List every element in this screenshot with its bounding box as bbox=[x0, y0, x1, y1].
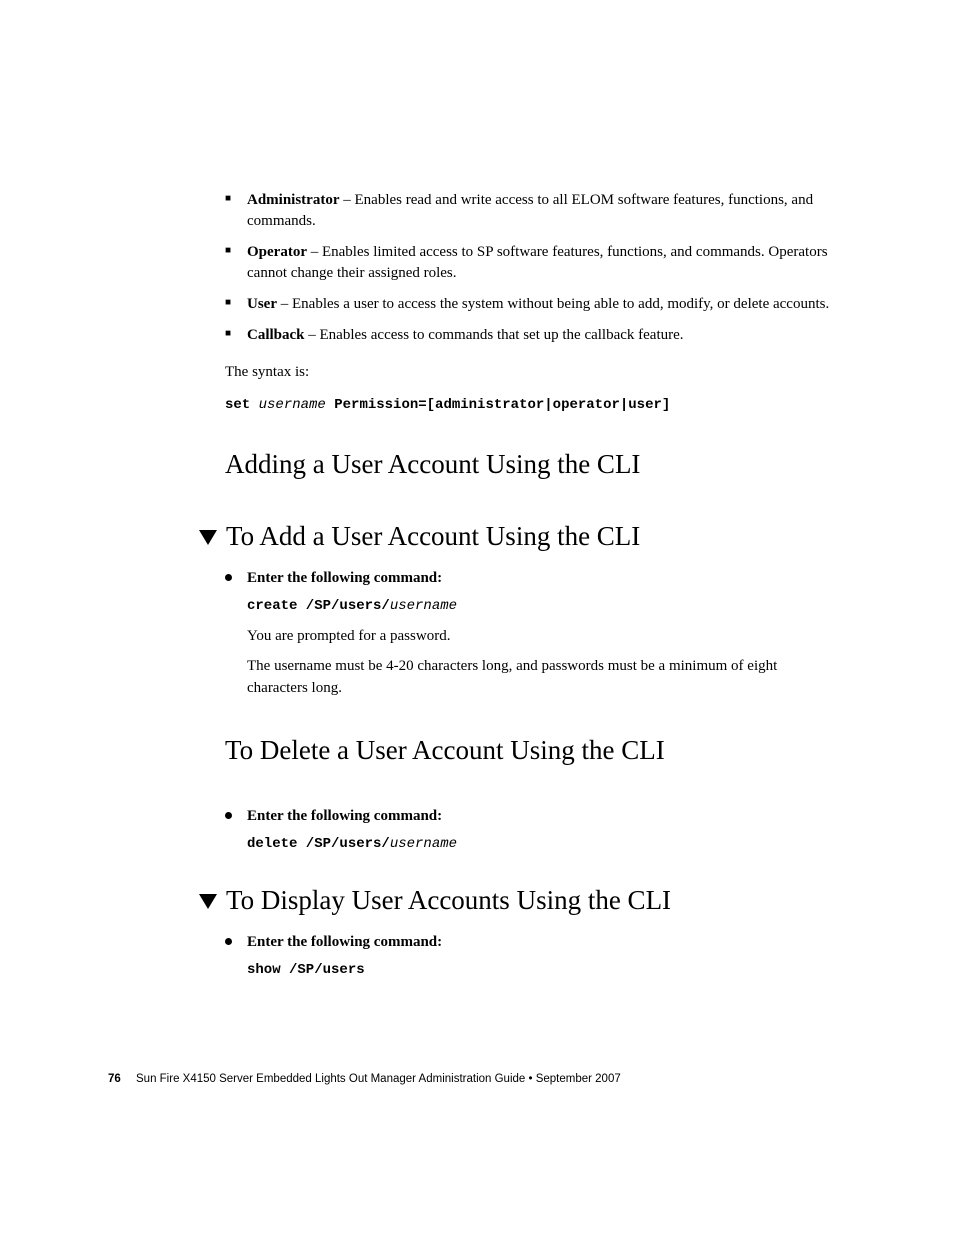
footer-text: Sun Fire X4150 Server Embedded Lights Ou… bbox=[136, 1073, 621, 1085]
proc-to-add: To Add a User Account Using the CLI bbox=[226, 521, 640, 552]
role-name: Administrator bbox=[247, 192, 340, 208]
syntax-rest: Permission=[administrator|operator|user] bbox=[334, 397, 670, 413]
procedure-header: To Add a User Account Using the CLI bbox=[199, 520, 839, 552]
page-number: 76 bbox=[108, 1073, 121, 1085]
role-item: Callback – Enables access to commands th… bbox=[225, 325, 839, 346]
section-adding: Adding a User Account Using the CLI bbox=[225, 449, 839, 480]
role-item: User – Enables a user to access the syst… bbox=[225, 294, 839, 315]
step-list: Enter the following command: delete /SP/… bbox=[225, 806, 839, 854]
cmd-bold: create /SP/users/ bbox=[247, 598, 390, 614]
triangle-down-icon bbox=[199, 894, 217, 909]
role-name: Callback bbox=[247, 327, 305, 343]
triangle-down-icon bbox=[199, 530, 217, 545]
role-list: Administrator – Enables read and write a… bbox=[225, 190, 839, 346]
procedure-header: To Display User Accounts Using the CLI bbox=[199, 884, 839, 916]
syntax-var: username bbox=[259, 397, 335, 413]
command-line: show /SP/users bbox=[247, 960, 839, 980]
role-desc: – Enables access to commands that set up… bbox=[305, 327, 684, 343]
role-item: Administrator – Enables read and write a… bbox=[225, 190, 839, 232]
role-name: Operator bbox=[247, 244, 307, 260]
step-item: Enter the following command: create /SP/… bbox=[225, 568, 839, 699]
command-line: delete /SP/users/username bbox=[247, 834, 839, 854]
role-desc: – Enables limited access to SP software … bbox=[247, 244, 828, 281]
cmd-italic: username bbox=[390, 598, 457, 614]
cmd-bold: show /SP/users bbox=[247, 962, 365, 978]
section-delete: To Delete a User Account Using the CLI bbox=[225, 735, 839, 766]
page-footer: 76 Sun Fire X4150 Server Embedded Lights… bbox=[108, 1073, 621, 1085]
role-desc: – Enables a user to access the system wi… bbox=[277, 296, 829, 312]
step-instruction: Enter the following command: bbox=[247, 932, 839, 954]
step-list: Enter the following command: show /SP/us… bbox=[225, 932, 839, 980]
role-item: Operator – Enables limited access to SP … bbox=[225, 242, 839, 284]
syntax-line: set username Permission=[administrator|o… bbox=[225, 397, 839, 413]
command-line: create /SP/users/username bbox=[247, 596, 839, 616]
role-name: User bbox=[247, 296, 277, 312]
syntax-kw: set bbox=[225, 397, 259, 413]
step-list: Enter the following command: create /SP/… bbox=[225, 568, 839, 699]
step-instruction: Enter the following command: bbox=[247, 806, 839, 828]
step-item: Enter the following command: show /SP/us… bbox=[225, 932, 839, 980]
page-content: Administrator – Enables read and write a… bbox=[0, 0, 954, 980]
step-note: The username must be 4-20 characters lon… bbox=[247, 656, 839, 700]
step-item: Enter the following command: delete /SP/… bbox=[225, 806, 839, 854]
step-instruction: Enter the following command: bbox=[247, 568, 839, 590]
proc-to-display: To Display User Accounts Using the CLI bbox=[226, 885, 671, 916]
cmd-bold: delete /SP/users/ bbox=[247, 836, 390, 852]
cmd-italic: username bbox=[390, 836, 457, 852]
syntax-intro: The syntax is: bbox=[225, 362, 839, 383]
step-note: You are prompted for a password. bbox=[247, 626, 839, 648]
